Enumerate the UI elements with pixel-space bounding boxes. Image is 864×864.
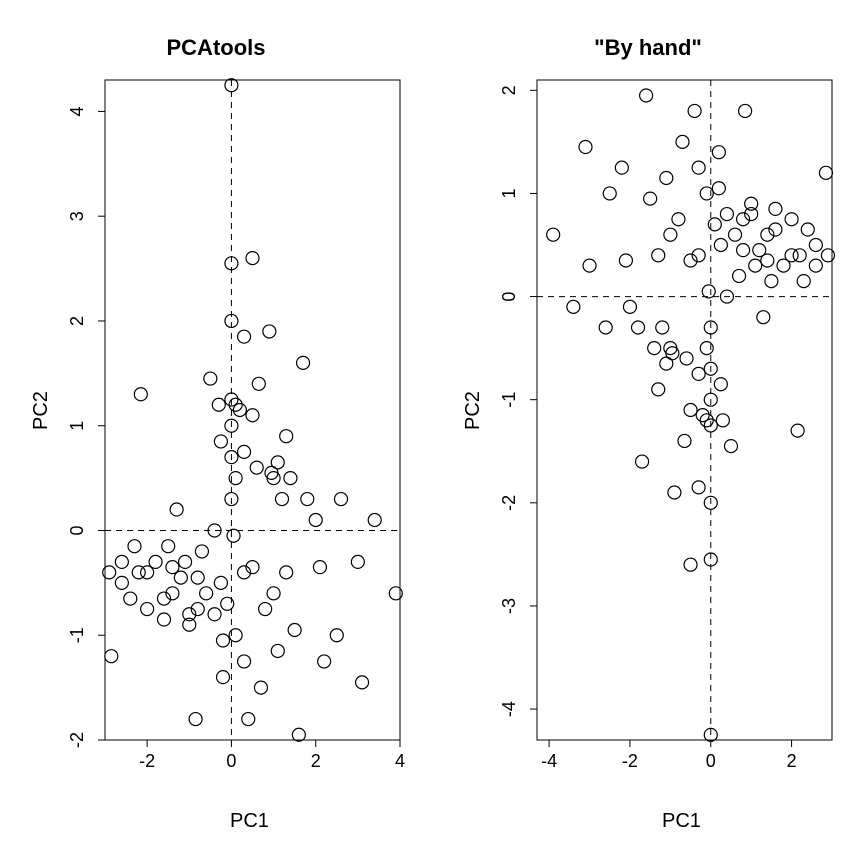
svg-text:-2: -2 [139, 751, 155, 771]
svg-text:1: 1 [499, 188, 519, 198]
right-xlabel: PC1 [662, 810, 701, 833]
svg-text:4: 4 [67, 106, 87, 116]
svg-text:-2: -2 [499, 495, 519, 511]
svg-text:2: 2 [787, 751, 797, 771]
left-title: PCAtools [0, 35, 432, 61]
svg-text:0: 0 [226, 751, 236, 771]
left-ylabel: PC2 [30, 391, 53, 430]
svg-text:-4: -4 [499, 701, 519, 717]
svg-text:2: 2 [311, 751, 321, 771]
svg-text:-1: -1 [67, 627, 87, 643]
svg-text:2: 2 [67, 316, 87, 326]
right-panel: "By hand" PC2 PC1 -4 -2 0 2 -4 -3 -2 -1 0 1 2 [432, 0, 864, 864]
svg-text:-1: -1 [499, 392, 519, 408]
right-plot: -4 -2 0 2 -4 -3 -2 -1 0 1 2 [432, 0, 864, 864]
left-panel: PCAtools PC2 PC1 -2 0 2 4 -2 -1 0 1 2 3 4 [0, 0, 432, 864]
svg-text:0: 0 [499, 292, 519, 302]
right-ylabel: PC2 [462, 391, 485, 430]
svg-text:4: 4 [395, 751, 405, 771]
left-xlabel: PC1 [230, 810, 269, 833]
svg-text:-3: -3 [499, 598, 519, 614]
svg-text:1: 1 [67, 421, 87, 431]
svg-text:2: 2 [499, 85, 519, 95]
svg-text:-2: -2 [67, 732, 87, 748]
svg-text:-2: -2 [622, 751, 638, 771]
svg-text:0: 0 [67, 525, 87, 535]
chart-container: PCAtools PC2 PC1 -2 0 2 4 -2 -1 0 1 2 3 4 "By hand… [0, 0, 864, 864]
right-title: "By hand" [432, 35, 864, 61]
svg-text:0: 0 [706, 751, 716, 771]
svg-text:-4: -4 [541, 751, 557, 771]
svg-text:3: 3 [67, 211, 87, 221]
left-plot: -2 0 2 4 -2 -1 0 1 2 3 4 [0, 0, 432, 864]
